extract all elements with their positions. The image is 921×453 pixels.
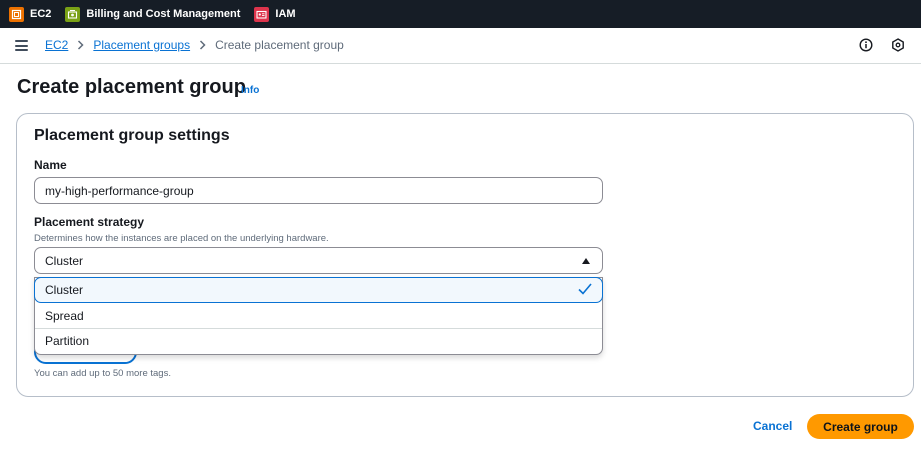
services-bar: EC2 Billing and Cost Management IAM <box>0 0 921 28</box>
option-partition[interactable]: Partition <box>35 328 602 353</box>
favorite-label: Billing and Cost Management <box>86 8 241 20</box>
favorite-billing[interactable]: Billing and Cost Management <box>65 6 241 22</box>
page-title: Create placement group <box>17 76 246 98</box>
info-link[interactable]: Info <box>241 85 259 96</box>
create-group-label: Create group <box>823 419 898 434</box>
favorite-iam[interactable]: IAM <box>254 6 296 22</box>
settings-hexagon-icon[interactable] <box>891 38 905 52</box>
hamburger-menu-icon[interactable] <box>15 40 28 51</box>
placement-strategy-description: Determines how the instances are placed … <box>34 233 329 244</box>
name-label: Name <box>34 158 67 172</box>
option-label: Spread <box>45 308 84 323</box>
tag-limit-hint: You can add up to 50 more tags. <box>34 368 171 379</box>
option-label: Partition <box>45 333 90 348</box>
breadcrumb-ec2[interactable]: EC2 <box>45 38 68 52</box>
chevron-right-icon <box>77 40 84 50</box>
billing-icon <box>65 6 81 22</box>
breadcrumb-current: Create placement group <box>215 38 344 52</box>
option-spread[interactable]: Spread <box>35 303 602 328</box>
iam-icon <box>254 6 270 22</box>
ec2-icon <box>9 6 24 22</box>
option-cluster[interactable]: Cluster <box>34 277 603 303</box>
panel-title: Placement group settings <box>34 127 230 144</box>
favorite-ec2[interactable]: EC2 <box>9 6 52 22</box>
name-input[interactable] <box>34 177 603 204</box>
favorite-label: IAM <box>275 8 296 20</box>
breadcrumb-placement-groups[interactable]: Placement groups <box>93 38 190 52</box>
navigation-bar: EC2 Placement groups Create placement gr… <box>0 28 921 64</box>
option-label: Cluster <box>45 283 84 297</box>
favorite-label: EC2 <box>30 8 52 20</box>
select-value: Cluster <box>45 253 84 268</box>
placement-strategy-options: Cluster Spread Partition <box>34 277 603 355</box>
info-circle-icon[interactable] <box>859 38 873 52</box>
caret-up-icon <box>582 258 590 264</box>
cancel-button[interactable]: Cancel <box>753 419 792 433</box>
placement-strategy-label: Placement strategy <box>34 215 145 229</box>
checkmark-icon <box>578 283 592 295</box>
chevron-right-icon <box>199 40 206 50</box>
breadcrumb: EC2 Placement groups Create placement gr… <box>45 38 344 52</box>
placement-strategy-select[interactable]: Cluster <box>34 247 603 274</box>
create-group-button[interactable]: Create group <box>807 414 914 439</box>
